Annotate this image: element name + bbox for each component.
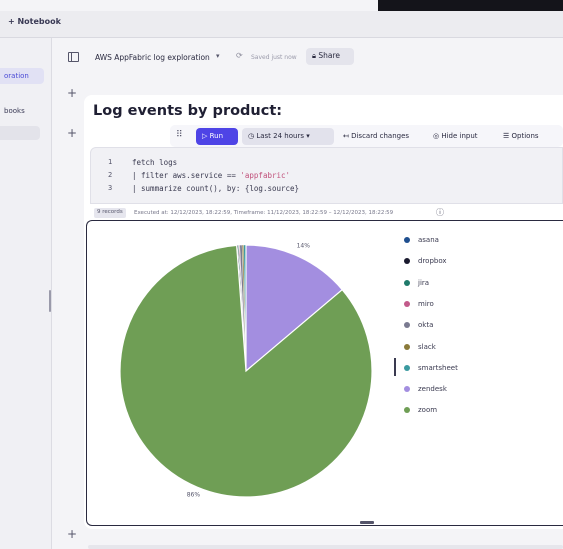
- legend-swatch: [404, 407, 410, 414]
- legend-swatch: [404, 322, 410, 329]
- legend-swatch: [404, 386, 410, 393]
- pie-chart: 14% 86%: [119, 243, 373, 498]
- next-section-edge: [88, 545, 563, 549]
- legend-item-slack[interactable]: slack: [404, 343, 436, 351]
- slice-label-zoom: 86%: [187, 491, 201, 498]
- legend-swatch: [404, 258, 410, 265]
- legend-swatch: [404, 300, 410, 307]
- legend-swatch: [404, 343, 410, 350]
- legend-item-dropbox[interactable]: dropbox: [404, 257, 447, 265]
- legend-label: zoom: [418, 406, 438, 415]
- legend-scroll-indicator[interactable]: [394, 358, 396, 376]
- legend-swatch: [404, 279, 410, 286]
- legend-label: slack: [418, 342, 436, 351]
- legend-item-smartsheet[interactable]: smartsheet: [404, 364, 458, 372]
- legend-swatch: [404, 237, 410, 243]
- legend-item-zendesk[interactable]: zendesk: [404, 385, 447, 393]
- legend-item-zoom[interactable]: zoom: [404, 406, 437, 414]
- legend-label: smartsheet: [418, 363, 458, 372]
- legend-label: asana: [418, 236, 439, 244]
- legend-label: okta: [418, 321, 434, 330]
- legend-item-asana[interactable]: asana: [404, 236, 439, 244]
- slice-label-zendesk: 14%: [297, 243, 311, 250]
- legend-label: dropbox: [418, 257, 447, 266]
- legend-label: miro: [418, 299, 434, 308]
- legend-item-okta[interactable]: okta: [404, 321, 433, 329]
- legend-item-miro[interactable]: miro: [404, 300, 434, 308]
- legend-label: jira: [418, 278, 430, 287]
- legend-swatch: [404, 364, 410, 371]
- panel-resize-handle[interactable]: [360, 521, 374, 524]
- legend-label: zendesk: [418, 385, 447, 394]
- legend-item-jira[interactable]: jira: [404, 279, 429, 287]
